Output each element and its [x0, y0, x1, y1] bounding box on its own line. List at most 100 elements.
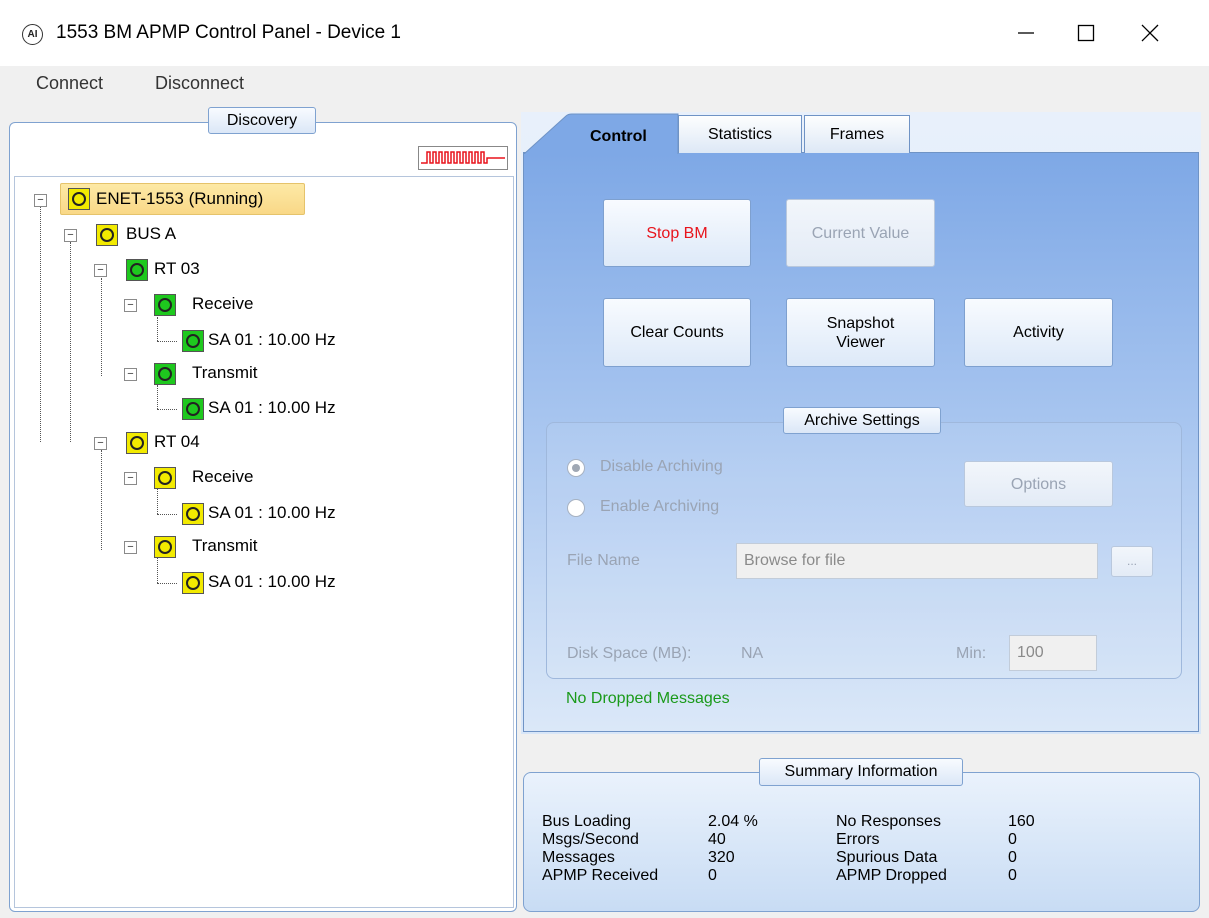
tree-node-rt03-receive[interactable]: Receive: [192, 294, 253, 314]
bus-loading-value: 2.04 %: [708, 813, 758, 830]
maximize-button[interactable]: [1056, 0, 1116, 66]
collapse-icon[interactable]: −: [124, 368, 137, 381]
collapse-icon[interactable]: −: [124, 299, 137, 312]
status-yellow-icon: [154, 536, 176, 558]
status-yellow-icon: [68, 188, 90, 210]
summary-legend: Summary Information: [759, 758, 963, 786]
collapse-icon[interactable]: −: [124, 541, 137, 554]
disable-archiving-label: Disable Archiving: [600, 458, 723, 475]
tree-node-rt04-transmit[interactable]: Transmit: [192, 536, 258, 556]
tree-line: [157, 558, 158, 583]
enable-archiving-label: Enable Archiving: [600, 498, 720, 515]
tree-line: [40, 206, 41, 442]
menu-disconnect[interactable]: Disconnect: [155, 73, 244, 94]
collapse-icon[interactable]: −: [124, 472, 137, 485]
status-green-icon: [182, 330, 204, 352]
errors-label: Errors: [836, 831, 880, 848]
discovery-tree[interactable]: [14, 176, 514, 908]
spurious-data-value: 0: [1008, 849, 1017, 866]
status-yellow-icon: [182, 503, 204, 525]
apmp-received-label: APMP Received: [542, 867, 659, 884]
disable-archiving-radio[interactable]: [567, 459, 585, 477]
status-yellow-icon: [154, 467, 176, 489]
menu-connect[interactable]: Connect: [36, 73, 103, 94]
tree-node-rt03[interactable]: RT 03: [154, 259, 200, 279]
tree-line: [70, 242, 71, 442]
errors-value: 0: [1008, 831, 1017, 848]
status-yellow-icon: [96, 224, 118, 246]
tree-node-rt03-receive-sa[interactable]: SA 01 : 10.00 Hz: [208, 330, 336, 350]
minimize-icon: [1018, 32, 1034, 34]
radio-selected-dot: [572, 464, 580, 472]
snapshot-viewer-label-line1: Snapshot: [826, 314, 895, 332]
tree-line: [101, 278, 102, 376]
status-yellow-icon: [126, 432, 148, 454]
tree-line: [157, 514, 177, 515]
enable-archiving-radio[interactable]: [567, 499, 585, 517]
collapse-icon[interactable]: −: [64, 229, 77, 242]
min-field[interactable]: 100: [1009, 635, 1097, 671]
close-button[interactable]: [1120, 0, 1180, 66]
tab-statistics[interactable]: Statistics: [678, 115, 802, 153]
collapse-icon[interactable]: −: [94, 264, 107, 277]
tree-line: [101, 450, 102, 550]
discovery-legend: Discovery: [208, 107, 316, 134]
snapshot-viewer-button[interactable]: Snapshot Viewer: [786, 298, 935, 367]
status-yellow-icon: [182, 572, 204, 594]
stop-bm-button[interactable]: Stop BM: [603, 199, 751, 267]
options-button[interactable]: Options: [964, 461, 1113, 507]
apmp-dropped-label: APMP Dropped: [836, 867, 947, 884]
status-green-icon: [126, 259, 148, 281]
tree-node-rt03-transmit-sa[interactable]: SA 01 : 10.00 Hz: [208, 398, 336, 418]
stop-bm-label: Stop BM: [646, 224, 708, 242]
tree-line: [157, 341, 177, 342]
file-name-field[interactable]: Browse for file: [736, 543, 1098, 579]
msgs-per-second-value: 40: [708, 831, 726, 848]
activity-button[interactable]: Activity: [964, 298, 1113, 367]
disk-space-label: Disk Space (MB):: [567, 645, 692, 662]
tree-node-root[interactable]: ENET-1553 (Running): [96, 189, 263, 209]
tree-node-bus-a[interactable]: BUS A: [126, 224, 176, 244]
collapse-icon[interactable]: −: [34, 194, 47, 207]
tree-line: [157, 409, 177, 410]
window-title: 1553 BM APMP Control Panel - Device 1: [56, 22, 401, 43]
archive-settings-legend: Archive Settings: [783, 407, 941, 434]
tree-line: [157, 489, 158, 514]
no-responses-value: 160: [1008, 813, 1035, 830]
tree-node-rt04[interactable]: RT 04: [154, 432, 200, 452]
clear-counts-button[interactable]: Clear Counts: [603, 298, 751, 367]
tree-node-rt03-transmit[interactable]: Transmit: [192, 363, 258, 383]
status-green-icon: [154, 294, 176, 316]
file-name-label: File Name: [567, 552, 640, 569]
maximize-icon: [1077, 24, 1095, 42]
current-value-button[interactable]: Current Value: [786, 199, 935, 267]
collapse-icon[interactable]: −: [94, 437, 107, 450]
tree-line: [157, 385, 158, 409]
tree-line: [157, 317, 158, 341]
signal-waveform-icon[interactable]: [418, 146, 508, 170]
app-logo-icon: AI: [22, 24, 43, 45]
apmp-dropped-value: 0: [1008, 867, 1017, 884]
close-icon: [1141, 24, 1159, 42]
browse-button[interactable]: ...: [1111, 546, 1153, 577]
tree-line: [157, 583, 177, 584]
minimize-button[interactable]: [996, 0, 1056, 66]
tree-node-rt04-receive[interactable]: Receive: [192, 467, 253, 487]
tab-control[interactable]: Control: [590, 128, 647, 146]
spurious-data-label: Spurious Data: [836, 849, 938, 866]
snapshot-viewer-label-line2: Viewer: [836, 333, 885, 351]
min-label: Min:: [956, 645, 987, 662]
tab-frames[interactable]: Frames: [804, 115, 910, 153]
no-responses-label: No Responses: [836, 813, 941, 830]
disk-space-value: NA: [741, 645, 764, 662]
tree-node-rt04-transmit-sa[interactable]: SA 01 : 10.00 Hz: [208, 572, 336, 592]
status-green-icon: [182, 398, 204, 420]
dropped-messages-status: No Dropped Messages: [566, 690, 730, 707]
bus-loading-label: Bus Loading: [542, 813, 631, 830]
status-green-icon: [154, 363, 176, 385]
apmp-received-value: 0: [708, 867, 717, 884]
messages-value: 320: [708, 849, 735, 866]
msgs-per-second-label: Msgs/Second: [542, 831, 639, 848]
messages-label: Messages: [542, 849, 615, 866]
tree-node-rt04-receive-sa[interactable]: SA 01 : 10.00 Hz: [208, 503, 336, 523]
